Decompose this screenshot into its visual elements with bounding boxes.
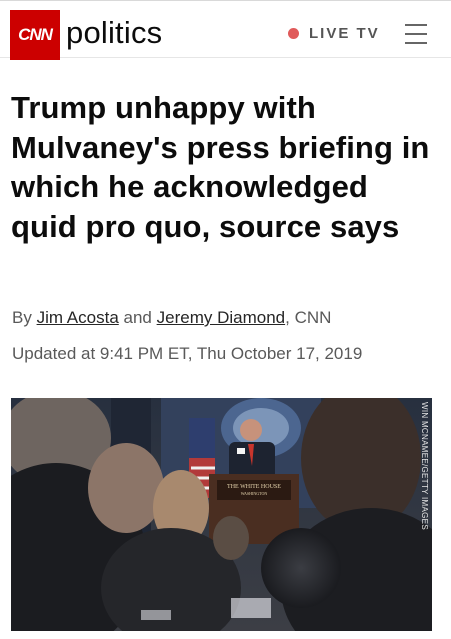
podium-text-line1: THE WHITE HOUSE: [227, 484, 281, 490]
live-tv-link[interactable]: LIVE TV: [288, 25, 380, 42]
byline-and: and: [123, 308, 152, 327]
photo-credit: WIN MCNAMEE/GETTY IMAGES: [420, 402, 429, 530]
cnn-logo[interactable]: CNN: [10, 10, 60, 60]
author-link-jim-acosta[interactable]: Jim Acosta: [37, 308, 119, 327]
byline-outlet: , CNN: [285, 308, 332, 327]
article-hero-image[interactable]: THE WHITE HOUSE WASHINGTON WIN MCNAMEE/G…: [11, 398, 432, 631]
live-tv-label: LIVE TV: [309, 25, 380, 42]
hamburger-menu-icon[interactable]: [405, 23, 427, 45]
top-navigation-bar: CNN politics LIVE TV: [0, 0, 451, 60]
byline: By Jim Acosta and Jeremy Diamond, CNN: [12, 308, 331, 328]
press-briefing-photo: THE WHITE HOUSE WASHINGTON: [11, 398, 432, 631]
podium-text-line2: WASHINGTON: [241, 491, 268, 496]
article-headline: Trump unhappy with Mulvaney's press brie…: [11, 90, 430, 244]
section-name[interactable]: politics: [66, 15, 162, 51]
byline-prefix: By: [12, 308, 32, 327]
updated-timestamp: Updated at 9:41 PM ET, Thu October 17, 2…: [12, 344, 363, 363]
author-link-jeremy-diamond[interactable]: Jeremy Diamond: [157, 308, 286, 327]
live-dot-icon: [288, 28, 299, 39]
